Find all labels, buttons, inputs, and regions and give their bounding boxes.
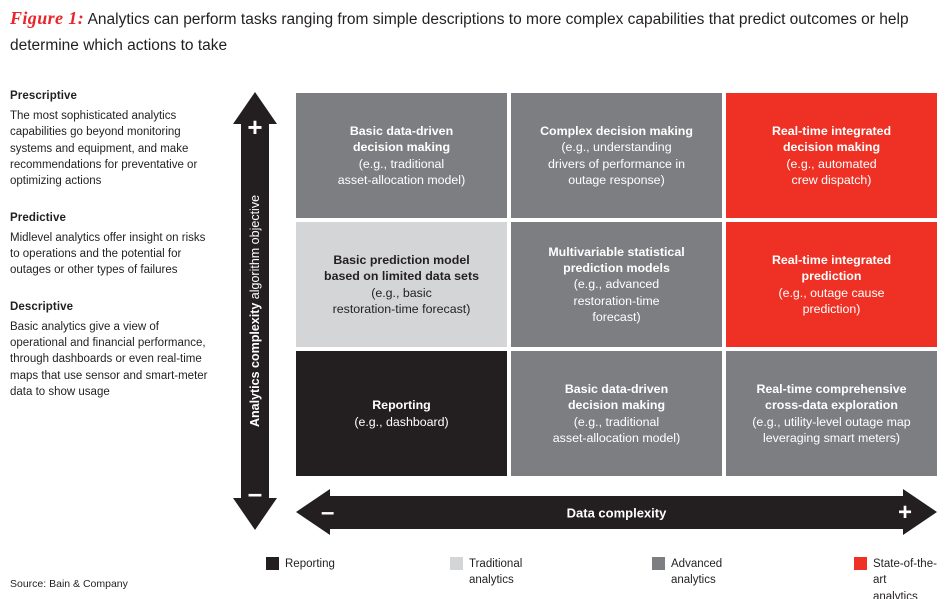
matrix-cell-headline: Multivariable statistical prediction mode… — [548, 244, 685, 275]
legend-item: Advanced analytics — [652, 556, 722, 589]
matrix-cell: Basic data-driven decision making (e.g., t… — [296, 93, 507, 218]
y-axis-label-bold: Analytics complexity — [248, 302, 262, 428]
legend-swatch-icon — [266, 557, 279, 570]
legend-item: Reporting — [266, 556, 335, 572]
legend-label: Advanced analytics — [671, 558, 723, 587]
source-note: Source: Bain & Company — [10, 578, 128, 590]
matrix-cell: Multivariable statistical prediction mode… — [511, 222, 722, 347]
sidebar-group-prescriptive: Prescriptive The most sophisticated anal… — [10, 90, 210, 190]
legend-swatch-icon — [854, 557, 867, 570]
matrix-cell: Real-time comprehensive cross-data explor… — [726, 351, 937, 476]
y-axis-arrow: + – Analytics complexity algorithm objec… — [233, 92, 277, 530]
analytics-matrix: Basic data-driven decision making (e.g., t… — [296, 93, 937, 476]
matrix-cell: Real-time integrated prediction (e.g., out… — [726, 222, 937, 347]
matrix-cell-headline: Complex decision making — [540, 123, 693, 138]
sidebar-group-descriptive: Descriptive Basic analytics give a view … — [10, 301, 210, 401]
sidebar-body: The most sophisticated analytics capabil… — [10, 110, 198, 188]
matrix-cell-headline: Real-time comprehensive cross-data explor… — [756, 381, 907, 413]
figure-title-line-1: Analytics can perform tasks ranging from… — [87, 11, 705, 28]
matrix-cell: Complex decision making (e.g., understand… — [511, 93, 722, 218]
y-axis-minus-sign: – — [247, 478, 263, 508]
matrix-cell-example: (e.g., traditional asset-allocation model… — [337, 156, 466, 187]
legend-label: Traditional analytics — [469, 558, 523, 587]
legend-label: State-of-the-art analytics — [873, 558, 937, 599]
legend-label: Reporting — [285, 558, 335, 570]
matrix-cell-headline: Real-time integrated decision making — [771, 123, 892, 155]
y-axis-label-regular: algorithm objective — [248, 194, 262, 303]
figure-root: Figure 1: Analytics can perform tasks ra… — [0, 0, 950, 599]
matrix-cell-example: (e.g., automated crew dispatch) — [786, 156, 877, 187]
matrix-cell-headline: Basic data-driven decision making — [349, 123, 454, 155]
matrix-cell-example: (e.g., dashboard) — [354, 414, 449, 429]
matrix-cell-example: (e.g., traditional asset-allocation model… — [552, 414, 681, 445]
x-axis-arrow: – + Data complexity — [296, 489, 937, 536]
matrix-cell-example: (e.g., understanding drivers of performan… — [547, 140, 686, 187]
matrix-cell: Basic prediction model based on limited d… — [296, 222, 507, 347]
matrix-cell-example: (e.g., basic restoration-time forecast) — [332, 285, 471, 316]
matrix-cell-example: (e.g., outage cause prediction) — [778, 285, 885, 316]
matrix-cell-headline: Basic prediction model based on limited d… — [324, 252, 479, 284]
sidebar-heading: Prescriptive — [10, 90, 78, 102]
legend: Reporting Traditional analytics Advanced a… — [266, 556, 950, 599]
matrix-cell-headline: Real-time integrated prediction — [771, 252, 892, 284]
y-axis-label: Analytics complexity algorithm objective — [248, 195, 262, 427]
legend-swatch-icon — [450, 557, 463, 570]
sidebar-body: Midlevel analytics offer insight on risk… — [10, 231, 206, 277]
sidebar-heading: Predictive — [10, 211, 66, 224]
x-axis-label: Data complexity — [566, 505, 667, 520]
legend-swatch-icon — [652, 557, 665, 570]
matrix-cell-headline: Reporting — [372, 398, 431, 413]
matrix-cell-example: (e.g., utility-level outage map leveragin… — [752, 414, 911, 445]
legend-item: State-of-the-art analytics — [854, 556, 950, 599]
sidebar-body: Basic analytics give a view of operation… — [10, 320, 208, 398]
matrix-cell: Basic data-driven decision making (e.g., t… — [511, 351, 722, 476]
matrix-cell: Real-time integrated decision making (e.g.… — [726, 93, 937, 218]
figure-title: Figure 1: Analytics can perform tasks ra… — [10, 4, 945, 58]
legend-item: Traditional analytics — [450, 556, 522, 589]
sidebar: Prescriptive The most sophisticated anal… — [10, 90, 210, 422]
sidebar-heading: Descriptive — [10, 300, 74, 313]
matrix-cell-example: (e.g., advanced restoration-time forecast) — [573, 277, 660, 325]
matrix-cell-headline: Basic data-driven decision making — [564, 381, 669, 413]
sidebar-group-predictive: Predictive Midlevel analytics offer insi… — [10, 212, 210, 279]
matrix-cell: Reporting (e.g., dashboard) — [296, 351, 507, 476]
y-axis-plus-sign: + — [247, 112, 263, 142]
figure-label: Figure 1: — [10, 8, 85, 28]
